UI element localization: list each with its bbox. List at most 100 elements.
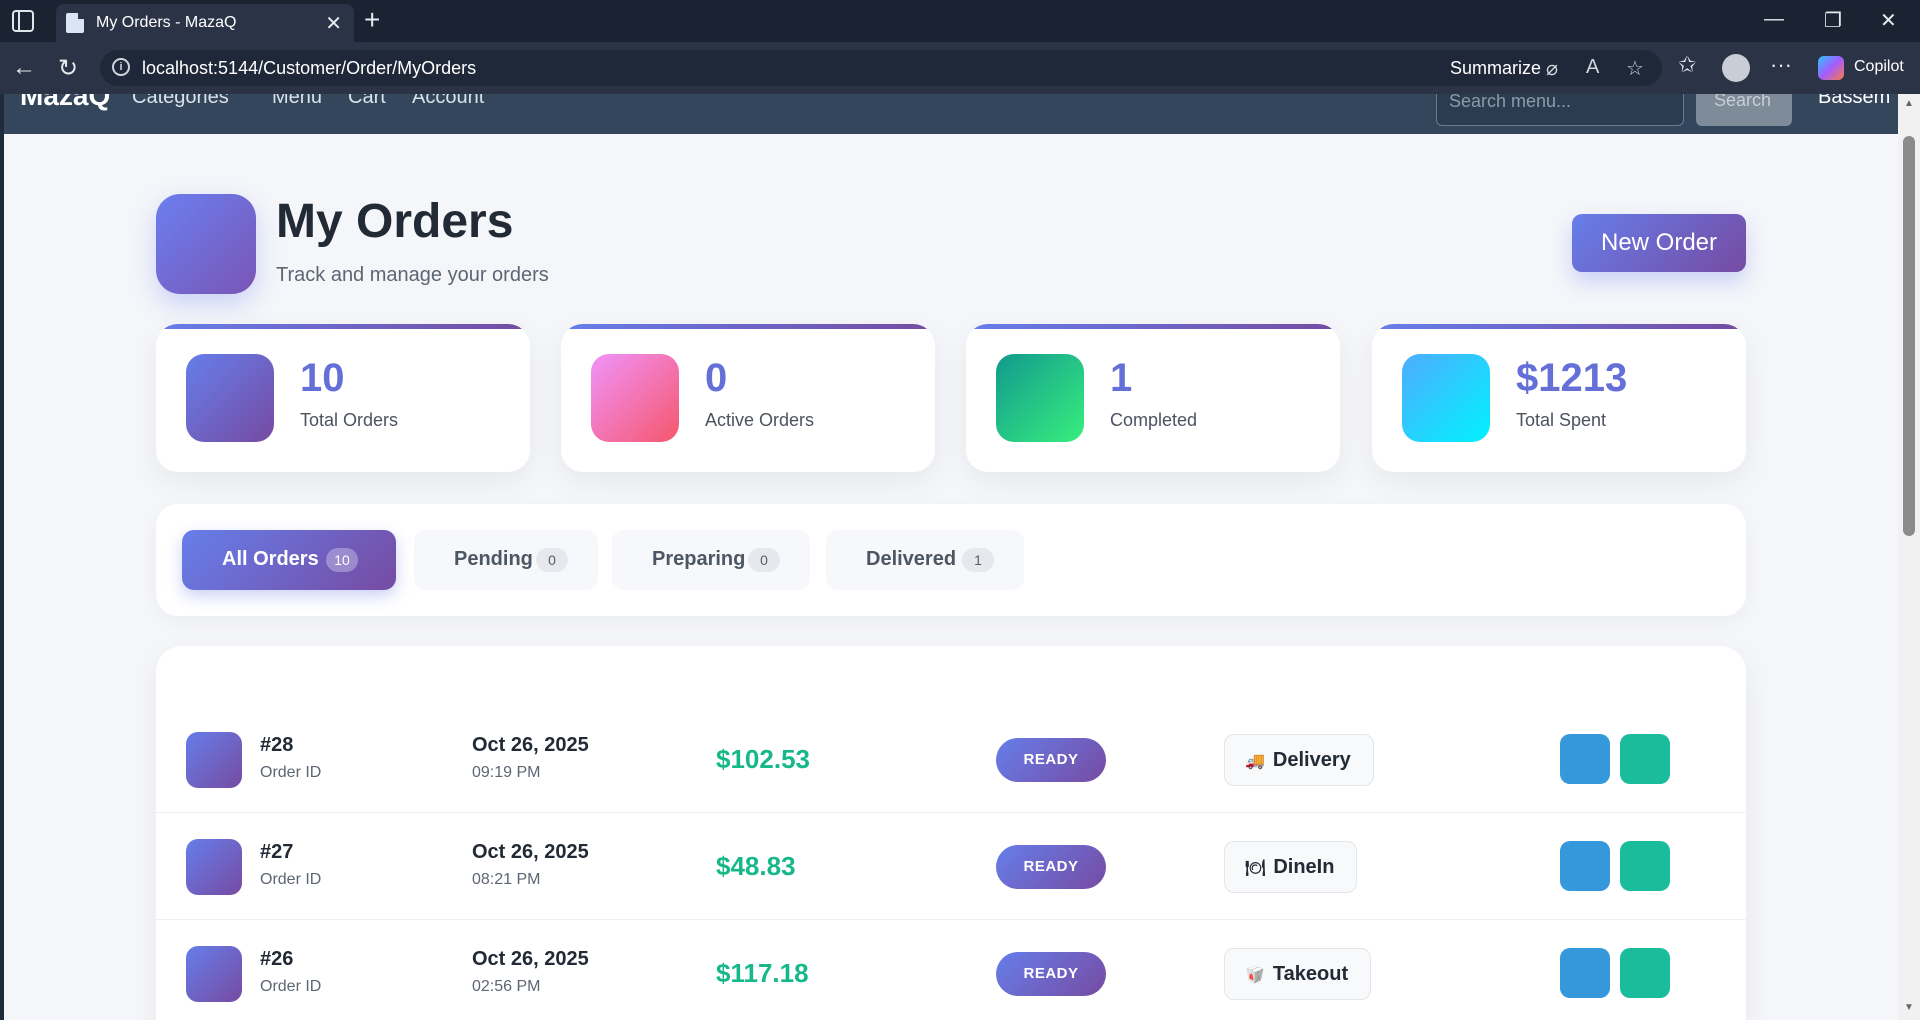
reorder-button[interactable]: [1620, 841, 1670, 891]
tab-title: My Orders - MazaQ: [96, 14, 237, 31]
order-type-label: DineIn: [1273, 856, 1335, 878]
stat-card-accent: [1372, 324, 1746, 329]
stat-value: $1213: [1516, 356, 1628, 400]
copilot-icon: [1818, 56, 1844, 80]
profile-avatar-icon[interactable]: [1722, 54, 1750, 82]
search-button[interactable]: Search: [1696, 94, 1792, 126]
sidebar-toggle-icon[interactable]: [12, 10, 34, 32]
order-id: #26: [260, 948, 294, 970]
summarize-button[interactable]: Summarize: [1450, 58, 1541, 79]
order-icon: [186, 946, 242, 1002]
nav-link-menu[interactable]: Menu: [272, 94, 322, 109]
minimize-icon[interactable]: —: [1764, 8, 1784, 31]
delivery-truck-icon: 🚚: [1245, 753, 1265, 770]
scroll-up-icon[interactable]: ▲: [1904, 98, 1914, 109]
scroll-down-icon[interactable]: ▼: [1904, 1002, 1914, 1013]
table-row[interactable]: #26 Order ID Oct 26, 2025 02:56 PM $117.…: [156, 920, 1746, 1020]
stat-value: 0: [705, 356, 728, 400]
tab-all-orders[interactable]: All Orders 10: [182, 530, 396, 590]
view-order-button[interactable]: [1560, 948, 1610, 998]
site-info-icon[interactable]: i: [112, 58, 130, 76]
tab-label: Delivered: [866, 548, 957, 570]
stat-card-accent: [966, 324, 1340, 329]
completed-icon: [996, 354, 1084, 442]
menu-search-input[interactable]: Search menu...: [1436, 94, 1684, 126]
stat-value: 1: [1110, 356, 1133, 400]
status-badge: READY: [996, 845, 1106, 889]
page-subtitle: Track and manage your orders: [276, 264, 549, 286]
stat-label: Total Spent: [1516, 410, 1607, 430]
page-content: My Orders Track and manage your orders N…: [4, 134, 1898, 1020]
stat-label: Completed: [1110, 410, 1198, 430]
tab-count-badge: 10: [326, 548, 358, 572]
order-type-badge: 🥡 Takeout: [1224, 948, 1372, 1000]
page-favicon-icon: [66, 13, 84, 33]
view-order-button[interactable]: [1560, 734, 1610, 784]
order-type-badge: 🚚 Delivery: [1224, 734, 1374, 786]
order-id: #28: [260, 734, 294, 756]
total-orders-icon: [186, 354, 274, 442]
summarize-icon[interactable]: ⌀: [1546, 56, 1558, 81]
new-tab-icon[interactable]: +: [364, 4, 380, 36]
order-date: Oct 26, 2025: [472, 734, 589, 756]
stat-label: Active Orders: [705, 410, 815, 430]
order-icon: [186, 839, 242, 895]
tab-count-badge: 1: [962, 548, 994, 572]
order-date: Oct 26, 2025: [472, 841, 589, 863]
nav-link-cart[interactable]: Cart: [348, 94, 386, 109]
new-order-button[interactable]: New Order: [1572, 214, 1746, 272]
tab-pending[interactable]: Pending 0: [414, 530, 598, 590]
site-brand[interactable]: MazaQ: [20, 94, 110, 112]
tab-count-badge: 0: [748, 548, 780, 572]
read-aloud-icon[interactable]: A: [1586, 56, 1599, 79]
order-time: 09:19 PM: [472, 764, 541, 781]
order-amount: $102.53: [716, 744, 810, 774]
orders-header-icon: [156, 194, 256, 294]
browser-address-bar: ← ↻ i localhost:5144/Customer/Order/MyOr…: [0, 42, 1920, 94]
tab-count-badge: 0: [536, 548, 568, 572]
stat-value: 10: [300, 356, 345, 400]
table-row[interactable]: #28 Order ID Oct 26, 2025 09:19 PM $102.…: [156, 706, 1746, 813]
reorder-button[interactable]: [1620, 948, 1670, 998]
order-amount: $117.18: [716, 958, 809, 988]
copilot-label: Copilot: [1854, 58, 1904, 75]
stat-card-completed: 1 Completed: [966, 324, 1340, 472]
back-icon[interactable]: ←: [12, 54, 36, 82]
restore-icon[interactable]: ❐: [1824, 8, 1842, 33]
search-button-label: Search: [1714, 94, 1772, 110]
order-time: 08:21 PM: [472, 871, 541, 888]
view-order-button[interactable]: [1560, 841, 1610, 891]
close-window-icon[interactable]: ✕: [1880, 8, 1897, 33]
tab-label: All Orders: [222, 548, 319, 570]
scrollbar-thumb[interactable]: [1903, 136, 1915, 536]
takeout-icon: 🥡: [1245, 967, 1265, 984]
browser-tab[interactable]: My Orders - MazaQ ✕: [56, 4, 354, 42]
page-title: My Orders: [276, 195, 514, 248]
nav-link-account[interactable]: Account: [412, 94, 484, 109]
table-row[interactable]: #27 Order ID Oct 26, 2025 08:21 PM $48.8…: [156, 813, 1746, 920]
favorite-star-icon[interactable]: ☆: [1626, 56, 1644, 81]
order-type-label: Takeout: [1272, 963, 1349, 985]
nav-link-categories[interactable]: Categories: [132, 94, 229, 109]
stat-card-accent: [561, 324, 935, 329]
more-options-icon[interactable]: ···: [1770, 52, 1792, 78]
order-id: #27: [260, 841, 294, 863]
reorder-button[interactable]: [1620, 734, 1670, 784]
order-id-label: Order ID: [260, 978, 322, 995]
status-badge: READY: [996, 738, 1106, 782]
tab-delivered[interactable]: Delivered 1: [826, 530, 1024, 590]
favorites-icon[interactable]: ✩: [1678, 52, 1696, 78]
url-field[interactable]: i localhost:5144/Customer/Order/MyOrders…: [100, 50, 1662, 86]
order-filter-tabs: All Orders 10 Pending 0 Preparing 0 Deli…: [156, 504, 1746, 616]
tab-preparing[interactable]: Preparing 0: [612, 530, 810, 590]
order-icon: [186, 732, 242, 788]
orders-list: #28 Order ID Oct 26, 2025 09:19 PM $102.…: [156, 646, 1746, 1020]
user-name[interactable]: Bassem: [1818, 94, 1890, 109]
reload-icon[interactable]: ↻: [58, 54, 78, 83]
dine-in-icon: 🍽: [1245, 860, 1266, 877]
url-text[interactable]: localhost:5144/Customer/Order/MyOrders: [142, 58, 476, 79]
status-badge: READY: [996, 952, 1106, 996]
close-tab-icon[interactable]: ✕: [325, 11, 342, 36]
order-type-badge: 🍽 DineIn: [1224, 841, 1358, 893]
page-scrollbar[interactable]: ▲ ▼: [1898, 94, 1920, 1020]
